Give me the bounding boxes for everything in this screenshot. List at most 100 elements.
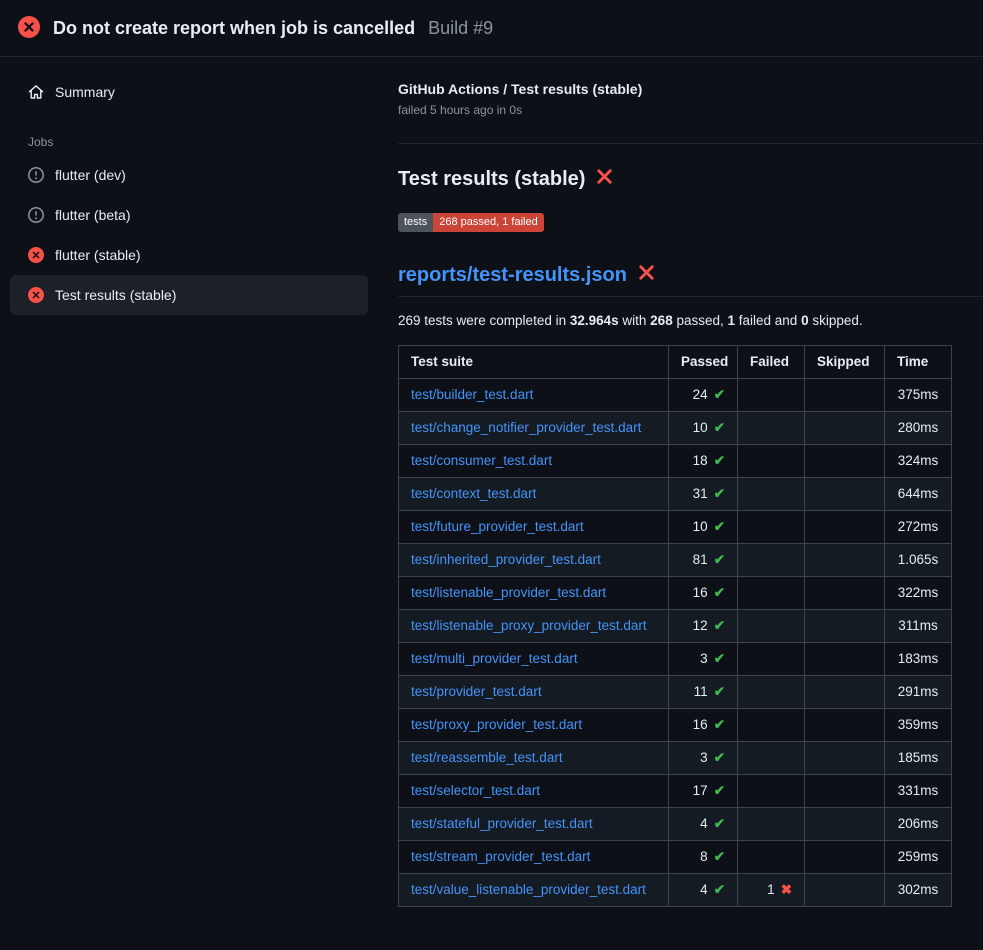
passed-count: 3 <box>700 750 708 765</box>
test-suite-link[interactable]: test/stateful_provider_test.dart <box>411 816 593 831</box>
time-cell: 1.065s <box>885 544 952 577</box>
passed-cell: 18✔ <box>669 445 738 478</box>
failed-circle-icon <box>28 287 44 303</box>
test-suite-cell: test/change_notifier_provider_test.dart <box>399 412 669 445</box>
page-title: Do not create report when job is cancell… <box>53 18 415 39</box>
time-cell: 185ms <box>885 742 952 775</box>
section-title: Test results (stable) <box>398 168 952 191</box>
table-row: test/context_test.dart 31✔ 644ms <box>399 478 952 511</box>
passed-count: 16 <box>693 717 708 732</box>
passed-cell: 4✔ <box>669 808 738 841</box>
run-status-line: failed 5 hours ago in 0s <box>398 103 952 117</box>
time-cell: 331ms <box>885 775 952 808</box>
table-row: test/future_provider_test.dart10✔272ms <box>399 511 952 544</box>
summary-failed: 1 <box>728 313 736 328</box>
time-cell: 375ms <box>885 379 952 412</box>
time-cell: 259ms <box>885 841 952 874</box>
skipped-cell <box>805 676 885 709</box>
sidebar-item-flutter-stable[interactable]: flutter (stable) <box>10 235 368 275</box>
table-row: test/listenable_provider_test.dart 16✔ 322… <box>399 577 952 610</box>
sidebar-item-summary[interactable]: Summary <box>10 73 368 111</box>
test-suite-cell: test/listenable_provider_test.dart <box>399 577 669 610</box>
check-icon: ✔ <box>714 552 725 567</box>
sidebar-item-label: flutter (beta) <box>55 207 130 223</box>
badge-label: tests <box>398 213 433 232</box>
check-icon: ✔ <box>714 420 725 435</box>
failed-cell <box>738 709 805 742</box>
time-cell: 322ms <box>885 577 952 610</box>
passed-cell: 8✔ <box>669 841 738 874</box>
passed-count: 81 <box>693 552 708 567</box>
skipped-cell <box>805 808 885 841</box>
test-suite-link[interactable]: test/reassemble_test.dart <box>411 750 563 765</box>
results-table: Test suite Passed Failed Skipped Time te… <box>398 345 952 907</box>
check-icon: ✔ <box>714 387 725 402</box>
passed-cell: 16✔ <box>669 577 738 610</box>
failed-cell <box>738 742 805 775</box>
passed-cell: 12✔ <box>669 610 738 643</box>
passed-count: 17 <box>693 783 708 798</box>
test-suite-link[interactable]: test/builder_test.dart <box>411 387 533 402</box>
skipped-cell <box>805 577 885 610</box>
test-suite-link[interactable]: test/selector_test.dart <box>411 783 540 798</box>
skipped-cell <box>805 775 885 808</box>
test-suite-link[interactable]: test/multi_provider_test.dart <box>411 651 578 666</box>
table-row: test/listenable_proxy_provider_test.dart… <box>399 610 952 643</box>
sidebar-item-label: flutter (stable) <box>55 247 141 263</box>
passed-cell: 4✔ <box>669 874 738 907</box>
table-row: test/multi_provider_test.dart3✔183ms <box>399 643 952 676</box>
test-suite-link[interactable]: test/inherited_provider_test.dart <box>411 552 601 567</box>
build-number: Build #9 <box>428 18 493 39</box>
test-suite-cell: test/context_test.dart <box>399 478 669 511</box>
test-suite-link[interactable]: test/proxy_provider_test.dart <box>411 717 582 732</box>
section-title-text: Test results (stable) <box>398 168 585 191</box>
report-file-link[interactable]: reports/test-results.json <box>398 264 627 287</box>
test-suite-link[interactable]: test/listenable_provider_test.dart <box>411 585 606 600</box>
skipped-cell <box>805 379 885 412</box>
divider <box>398 143 983 144</box>
time-cell: 311ms <box>885 610 952 643</box>
test-suite-cell: test/stateful_provider_test.dart <box>399 808 669 841</box>
passed-cell: 31✔ <box>669 478 738 511</box>
table-row: test/inherited_provider_test.dart 81 ✔ 1.06… <box>399 544 952 577</box>
test-suite-link[interactable]: test/provider_test.dart <box>411 684 542 699</box>
passed-cell: 10✔ <box>669 412 738 445</box>
test-suite-link[interactable]: test/stream_provider_test.dart <box>411 849 590 864</box>
test-suite-cell: test/proxy_provider_test.dart <box>399 709 669 742</box>
failed-x-icon <box>596 168 613 191</box>
time-cell: 291ms <box>885 676 952 709</box>
check-icon: ✔ <box>714 816 725 831</box>
test-suite-link[interactable]: test/change_notifier_provider_test.dart <box>411 420 641 435</box>
failed-x-icon <box>638 264 655 287</box>
passed-cell: 81 ✔ <box>669 544 738 577</box>
passed-cell: 24✔ <box>669 379 738 412</box>
check-icon: ✔ <box>714 651 725 666</box>
table-row: test/proxy_provider_test.dart16✔359ms <box>399 709 952 742</box>
test-suite-cell: test/future_provider_test.dart <box>399 511 669 544</box>
test-suite-link[interactable]: test/future_provider_test.dart <box>411 519 584 534</box>
skipped-cell <box>805 709 885 742</box>
report-title: reports/test-results.json <box>398 264 983 297</box>
test-suite-link[interactable]: test/context_test.dart <box>411 486 536 501</box>
skipped-cell <box>805 478 885 511</box>
failed-cell <box>738 577 805 610</box>
failed-cell <box>738 808 805 841</box>
test-suite-link[interactable]: test/value_listenable_provider_test.dart <box>411 882 646 897</box>
sidebar-item-test-results-stable[interactable]: Test results (stable) <box>10 275 368 315</box>
skipped-cell <box>805 874 885 907</box>
column-header-test-suite: Test suite <box>399 346 669 379</box>
passed-cell: 11✔ <box>669 676 738 709</box>
skipped-cell <box>805 841 885 874</box>
failed-cell <box>738 544 805 577</box>
test-suite-link[interactable]: test/consumer_test.dart <box>411 453 552 468</box>
sidebar-item-flutter-dev[interactable]: flutter (dev) <box>10 155 368 195</box>
test-suite-link[interactable]: test/listenable_proxy_provider_test.dart <box>411 618 647 633</box>
check-icon: ✔ <box>714 717 725 732</box>
sidebar-item-flutter-beta[interactable]: flutter (beta) <box>10 195 368 235</box>
neutral-status-icon <box>28 207 44 223</box>
time-cell: 644ms <box>885 478 952 511</box>
passed-count: 11 <box>694 684 708 699</box>
failed-cell: 1✖ <box>738 874 805 907</box>
table-row: test/stream_provider_test.dart 8✔ 259ms <box>399 841 952 874</box>
check-icon: ✔ <box>714 453 725 468</box>
